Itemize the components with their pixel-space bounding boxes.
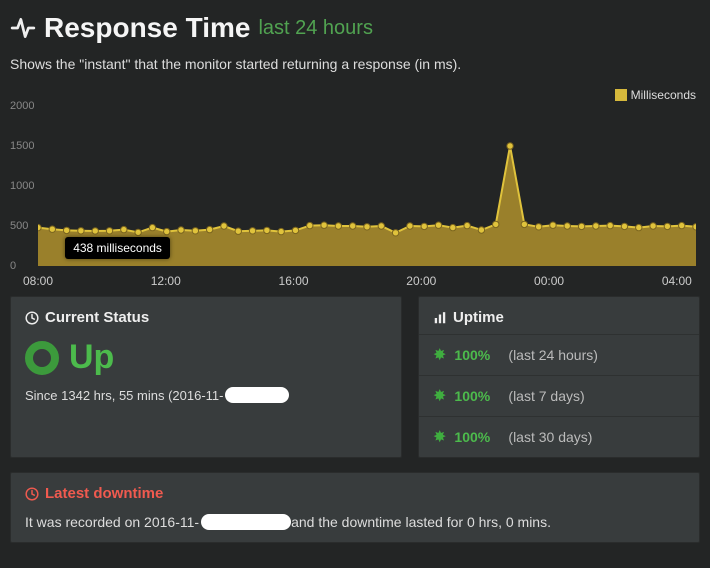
page-title: Response Time — [44, 12, 250, 44]
x-axis-tick: 04:00 — [662, 274, 692, 288]
x-axis-tick: 20:00 — [406, 274, 436, 288]
clock-icon — [25, 487, 39, 501]
uptime-panel: Uptime ✸ 100% (last 24 hours) ✸ 100% (last 7 … — [418, 296, 700, 458]
chart-tooltip: 438 milliseconds — [65, 237, 170, 259]
redacted-date — [201, 514, 291, 530]
downtime-post: and the downtime lasted for 0 hrs, 0 min… — [291, 514, 551, 530]
downtime-heading: Latest downtime — [45, 485, 163, 502]
page-description: Shows the "instant" that the monitor sta… — [10, 56, 700, 72]
legend-label: Milliseconds — [631, 88, 696, 102]
x-axis-tick: 12:00 — [151, 274, 181, 288]
y-axis-tick: 500 — [10, 220, 28, 232]
status-up-text: Up — [69, 338, 114, 377]
uptime-pct: 100% — [454, 429, 500, 445]
y-axis-tick: 1000 — [10, 180, 34, 192]
current-status-panel: Current Status Up Since 1342 hrs, 55 min… — [10, 296, 402, 458]
page-header: Response Time last 24 hours — [10, 12, 700, 44]
y-axis-tick: 0 — [10, 260, 16, 272]
since-prefix: Since 1342 hrs, 55 mins (2016-11- — [25, 388, 223, 403]
bars-icon — [433, 311, 447, 325]
uptime-row: ✸ 100% (last 30 days) — [419, 416, 699, 457]
page-subtitle: last 24 hours — [258, 17, 373, 40]
x-axis-tick: 08:00 — [23, 274, 53, 288]
redacted-date — [225, 387, 289, 403]
chart-legend: Milliseconds — [615, 88, 696, 102]
uptime-pct: 100% — [454, 347, 500, 363]
y-axis-tick: 2000 — [10, 100, 34, 112]
downtime-pre: It was recorded on 2016-11- — [25, 514, 199, 530]
legend-swatch — [615, 89, 627, 101]
current-status-heading: Current Status — [45, 309, 149, 326]
downtime-panel: Latest downtime It was recorded on 2016-… — [10, 472, 700, 543]
x-axis-tick: 16:00 — [279, 274, 309, 288]
y-axis-tick: 1500 — [10, 140, 34, 152]
uptime-label: (last 7 days) — [508, 388, 584, 404]
burst-icon: ✸ — [433, 345, 446, 365]
uptime-heading: Uptime — [453, 309, 504, 326]
response-chart: Milliseconds 438 milliseconds 0 500 1000 15… — [10, 88, 700, 288]
uptime-label: (last 30 days) — [508, 429, 592, 445]
uptime-row: ✸ 100% (last 24 hours) — [419, 334, 699, 375]
status-up-icon — [25, 341, 59, 375]
uptime-label: (last 24 hours) — [508, 347, 597, 363]
burst-icon: ✸ — [433, 427, 446, 447]
activity-icon — [10, 15, 36, 41]
burst-icon: ✸ — [433, 386, 446, 406]
uptime-row: ✸ 100% (last 7 days) — [419, 375, 699, 416]
uptime-pct: 100% — [454, 388, 500, 404]
x-axis-tick: 00:00 — [534, 274, 564, 288]
clock-icon — [25, 311, 39, 325]
status-since: Since 1342 hrs, 55 mins (2016-11- — [25, 387, 387, 403]
